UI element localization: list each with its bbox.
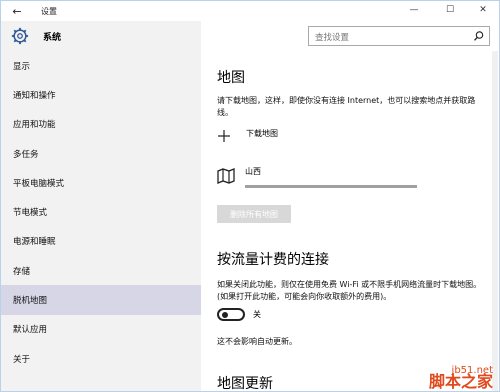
minimize-button[interactable]: — <box>399 1 429 19</box>
map-item-name[interactable]: 山西 <box>245 166 261 177</box>
settings-window: ← 设置 — ☐ ✕ 系统 查找设置 显示 通知和操作 应用和功能 多任务 平板… <box>0 0 500 392</box>
sidebar-item-notifications[interactable]: 通知和操作 <box>1 80 201 109</box>
sidebar: 系统 查找设置 显示 通知和操作 应用和功能 多任务 平板电脑模式 节电模式 电… <box>1 21 490 391</box>
sidebar-item-tablet-mode[interactable]: 平板电脑模式 <box>1 168 201 197</box>
map-icon <box>217 168 235 184</box>
watermark-brand: 脚本之家 <box>428 372 493 391</box>
metered-toggle[interactable] <box>217 308 245 321</box>
sidebar-item-default-apps[interactable]: 默认应用 <box>1 315 201 344</box>
download-maps-button[interactable]: 下载地图 <box>246 128 278 139</box>
toggle-state-label: 关 <box>253 310 261 319</box>
map-download-progress <box>245 185 417 188</box>
gear-icon <box>11 27 29 45</box>
metered-heading: 按流量计费的连接 <box>217 252 329 268</box>
header: 系统 查找设置 <box>1 21 499 51</box>
maps-heading: 地图 <box>217 70 245 86</box>
window-title: 设置 <box>41 7 57 16</box>
watermark: jb51.net 脚本之家 <box>428 365 493 391</box>
back-button[interactable]: ← <box>9 3 25 19</box>
sidebar-item-offline-maps[interactable]: 脱机地图 <box>1 285 201 315</box>
title-bar: ← 设置 — ☐ ✕ <box>1 1 499 21</box>
sidebar-item-storage[interactable]: 存储 <box>1 256 201 285</box>
search-placeholder: 查找设置 <box>315 33 350 43</box>
plus-icon[interactable] <box>217 129 231 143</box>
toggle-knob <box>222 312 228 318</box>
sidebar-nav: 显示 通知和操作 应用和功能 多任务 平板电脑模式 节电模式 电源和睡眠 存储 … <box>1 51 201 373</box>
scrollbar[interactable] <box>492 51 498 391</box>
close-button[interactable]: ✕ <box>468 1 498 19</box>
map-updates-heading: 地图更新 <box>217 376 273 392</box>
sidebar-item-about[interactable]: 关于 <box>1 344 201 373</box>
sidebar-item-multitasking[interactable]: 多任务 <box>1 139 201 168</box>
sidebar-item-power-sleep[interactable]: 电源和睡眠 <box>1 227 201 256</box>
sidebar-item-apps-features[interactable]: 应用和功能 <box>1 110 201 139</box>
page-title: 系统 <box>43 33 62 43</box>
sidebar-item-display[interactable]: 显示 <box>1 51 201 80</box>
auto-update-note: 这不会影响自动更新。 <box>217 337 297 346</box>
maps-description: 请下载地图，这样，即使你没有连接 Internet，也可以搜索地点并获取路线。 <box>217 96 476 117</box>
progress-fill <box>245 185 417 188</box>
main-content: 地图 请下载地图，这样，即使你没有连接 Internet，也可以搜索地点并获取路… <box>201 51 491 392</box>
delete-all-maps-button[interactable]: 删除所有地图 <box>217 205 291 223</box>
search-input[interactable]: 查找设置 <box>308 26 490 46</box>
search-icon[interactable] <box>473 30 485 42</box>
maximize-button[interactable]: ☐ <box>435 1 465 19</box>
sidebar-item-battery-saver[interactable]: 节电模式 <box>1 197 201 226</box>
metered-description: 如果关闭此功能，则仅在使用免费 Wi-Fi 或不限手机网络流量时下载地图。(如果… <box>217 280 482 301</box>
